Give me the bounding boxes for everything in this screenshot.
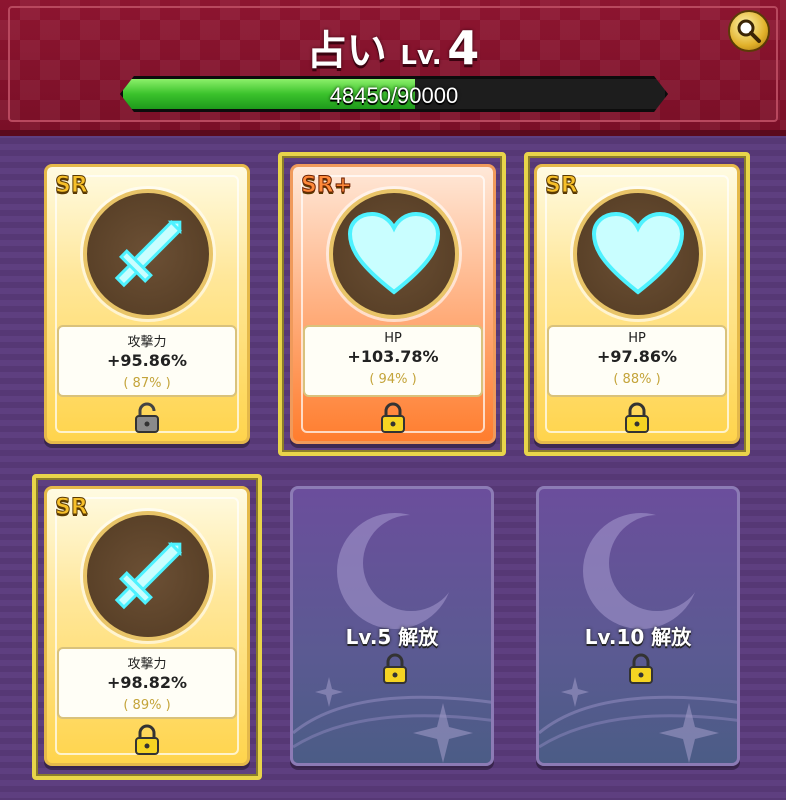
search-button[interactable] [728, 10, 770, 52]
stat-value: +95.86% [106, 351, 188, 370]
stat-name: 攻撃力 [127, 657, 167, 672]
stat-value: +97.86% [596, 347, 678, 366]
heart-icon [592, 212, 684, 295]
fortune-card-4[interactable]: SR 攻撃力 +98.82% ( 89% ) [44, 486, 250, 766]
level-prefix: Lv. [400, 41, 442, 71]
lock-toggle[interactable] [132, 401, 162, 435]
heart-icon [348, 212, 440, 295]
level-number: 4 [447, 21, 480, 75]
stat-percent: ( 88% ) [613, 372, 661, 387]
locked-padlock-icon [381, 402, 405, 433]
stat-value: +103.78% [347, 347, 439, 366]
fortune-card-3[interactable]: SR HP +97.86% ( 88% ) [534, 164, 740, 444]
crescent-moon-icon [583, 513, 699, 629]
locked-slot-lv10[interactable]: Lv.10 解放 [536, 486, 740, 766]
card-emblem [83, 189, 213, 319]
star-swirl-decoration [293, 677, 491, 763]
page-title: 占い Lv. 4 [0, 18, 786, 76]
unlocked-padlock-icon [135, 402, 159, 433]
sword-icon [114, 542, 182, 610]
fortune-card-1[interactable]: SR 攻撃力 +95.86% ( 87% ) [44, 164, 250, 444]
search-icon [737, 19, 761, 43]
rarity-badge: SR [55, 495, 89, 521]
unlock-level-label: Lv.10 解放 [584, 625, 692, 649]
rarity-badge: SR+ [300, 173, 353, 199]
locked-padlock-icon [135, 724, 159, 755]
stat-percent: ( 94% ) [369, 372, 417, 387]
locked-slot-lv5[interactable]: Lv.5 解放 [290, 486, 494, 766]
exp-progress-bar: 48450/90000 [120, 76, 668, 112]
card-emblem [573, 189, 703, 319]
rarity-badge: SR [545, 173, 579, 199]
unlock-level-label: Lv.5 解放 [345, 625, 439, 649]
lock-toggle[interactable] [132, 723, 162, 757]
fortune-card-2[interactable]: SR+ HP +103.78% ( 94% ) [290, 164, 496, 444]
stat-name: 攻撃力 [127, 335, 167, 350]
crescent-moon-icon [337, 513, 453, 629]
stat-panel: 攻撃力 +95.86% ( 87% ) [57, 325, 237, 397]
sword-icon [114, 220, 182, 288]
card-emblem [329, 189, 459, 319]
stat-panel: HP +103.78% ( 94% ) [303, 325, 483, 397]
stat-percent: ( 89% ) [123, 698, 171, 713]
exp-progress-text: 48450/90000 [329, 83, 459, 108]
star-swirl-decoration [539, 677, 737, 763]
card-emblem [83, 511, 213, 641]
lock-toggle[interactable] [378, 401, 408, 435]
stat-name: HP [384, 331, 402, 346]
locked-padlock-icon [625, 402, 649, 433]
stat-name: HP [628, 331, 646, 346]
rarity-badge: SR [55, 173, 89, 199]
stat-percent: ( 87% ) [123, 376, 171, 391]
header-bar: 占い Lv. 4 48450/90000 [0, 0, 786, 136]
stat-value: +98.82% [106, 673, 188, 692]
lock-toggle[interactable] [622, 401, 652, 435]
title-text: 占い [306, 28, 387, 74]
stat-panel: HP +97.86% ( 88% ) [547, 325, 727, 397]
stat-panel: 攻撃力 +98.82% ( 89% ) [57, 647, 237, 719]
